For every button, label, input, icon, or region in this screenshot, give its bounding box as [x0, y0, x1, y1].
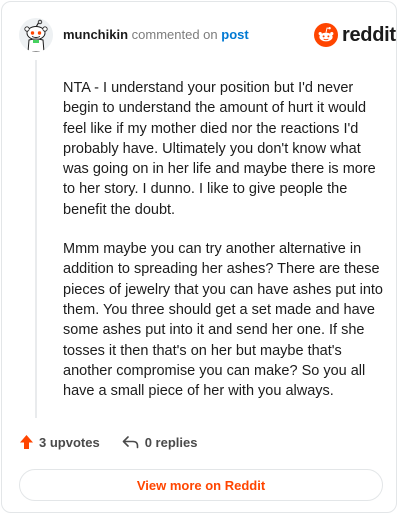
- username-link[interactable]: munchikin: [63, 27, 128, 42]
- comment-paragraph: NTA - I understand your position but I'd…: [63, 80, 376, 218]
- upvote-button[interactable]: 3 upvotes: [19, 434, 100, 450]
- upvote-arrow-icon: [20, 435, 33, 449]
- thread-line: [35, 60, 37, 418]
- reddit-logo-icon: [314, 23, 338, 47]
- reply-button[interactable]: 0 replies: [122, 434, 198, 450]
- reddit-wordmark: reddit: [342, 23, 396, 46]
- reddit-logo[interactable]: reddit: [314, 23, 396, 47]
- view-more-button[interactable]: View more on Reddit: [19, 469, 383, 501]
- user-avatar[interactable]: [19, 18, 53, 52]
- comment-embed-card: munchikin commented on post reddit NTA -…: [1, 1, 397, 513]
- comment-actions: 3 upvotes 0 replies: [19, 434, 197, 450]
- post-link[interactable]: post: [221, 27, 248, 42]
- reply-arrow-icon: [122, 436, 138, 449]
- comment-header: munchikin commented on post: [63, 27, 249, 43]
- comment-paragraph: Mmm maybe you can try another alternativ…: [63, 241, 383, 400]
- upvote-count: 3 upvotes: [39, 434, 100, 450]
- comment-body: NTA - I understand your position but I'd…: [63, 78, 383, 420]
- header-action-text: commented on: [131, 27, 218, 42]
- reply-count: 0 replies: [144, 434, 198, 450]
- snoo-avatar-icon: [19, 18, 53, 52]
